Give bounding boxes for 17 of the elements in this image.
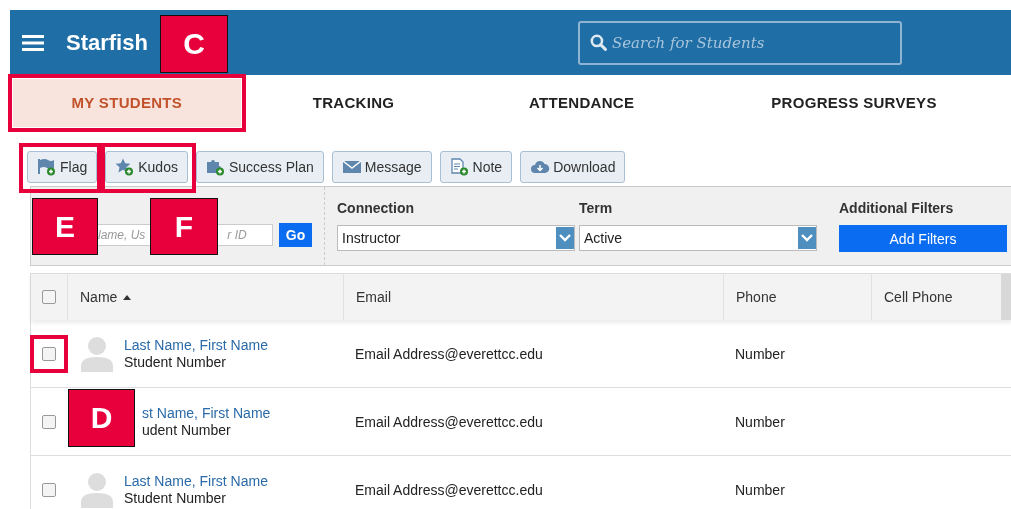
email-cell: Email Address@everettcc.edu [355,413,543,430]
callout-tooltip: D [68,389,135,447]
callout-tooltip: F [150,198,218,255]
email-cell: Email Address@everettcc.edu [355,345,543,362]
app-name: Starfish [66,29,148,56]
student-number: udent Number [142,422,232,438]
phone-cell: Number [735,413,785,430]
student-number: Student Number [124,354,227,370]
field-label: Additional Filters [839,200,955,216]
field-label: Connection [337,200,415,216]
email-cell: Email Address@everettcc.edu [355,481,543,498]
callout-tooltip: E [32,198,98,255]
callout-tooltip: C [160,15,228,73]
field-label: Term [579,200,614,216]
phone-cell: Number [735,481,785,498]
student-number: Student Number [124,490,227,506]
phone-cell: Number [735,345,785,362]
